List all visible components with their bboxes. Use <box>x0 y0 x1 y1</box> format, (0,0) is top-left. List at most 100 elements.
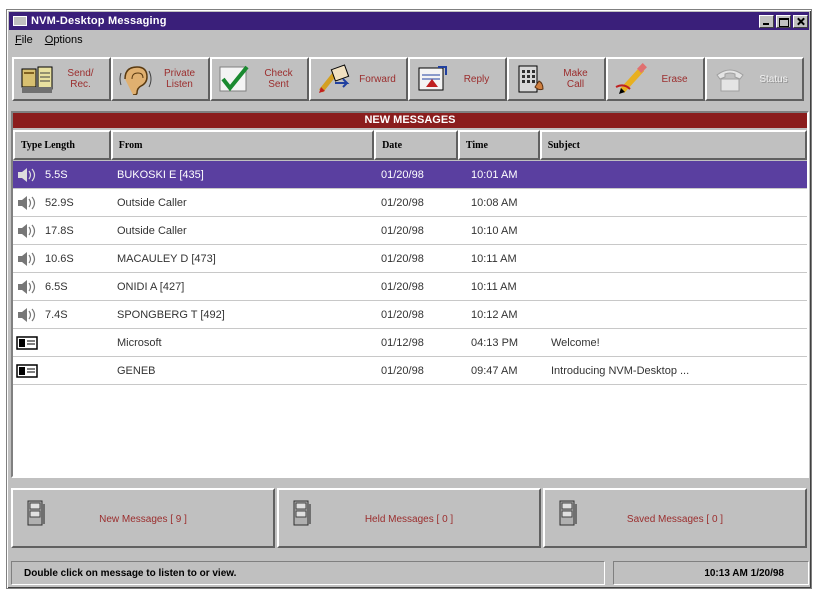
speaker-icon <box>18 251 36 266</box>
speaker-icon <box>18 167 36 182</box>
message-type <box>13 251 39 267</box>
speaker-icon <box>18 307 36 322</box>
window-title: NVM-Desktop Messaging <box>31 15 167 27</box>
erase-button[interactable]: Erase <box>606 57 705 101</box>
phone-keypad-icon <box>513 60 551 98</box>
message-row[interactable]: 5.5S BUKOSKI E [435] 01/20/98 10:01 AM <box>13 161 807 189</box>
message-date: 01/12/98 <box>381 336 424 349</box>
folder-label: New Messages [ 9 ] <box>99 513 187 525</box>
menu-bar: File Options <box>9 31 809 49</box>
folder-label: Saved Messages [ 0 ] <box>626 513 724 525</box>
maximize-button[interactable] <box>776 14 791 28</box>
erase-label: Erase <box>661 73 688 85</box>
app-icon <box>13 16 27 26</box>
message-row[interactable]: 10.6S MACAULEY D [473] 01/20/98 10:11 AM <box>13 245 807 273</box>
message-subject: Introducing NVM-Desktop ... <box>551 364 690 377</box>
private-listen-button[interactable]: Private Listen <box>111 57 210 101</box>
text-message-icon <box>16 335 38 350</box>
message-type <box>13 223 39 239</box>
title-bar[interactable]: NVM-Desktop Messaging <box>9 12 809 30</box>
message-type <box>13 335 39 351</box>
message-row[interactable]: 52.9S Outside Caller 01/20/98 10:08 AM <box>13 189 807 217</box>
message-date: 01/20/98 <box>381 168 424 181</box>
message-row[interactable]: GENEB 01/20/98 09:47 AM Introducing NVM-Des… <box>13 357 807 385</box>
forward-button[interactable]: Forward <box>309 57 408 101</box>
column-header-from[interactable]: From <box>110 130 375 160</box>
message-length: 6.5S <box>45 280 68 293</box>
message-type <box>13 195 39 211</box>
make-call-label: Make Call <box>563 68 588 90</box>
message-from: Outside Caller <box>117 224 187 237</box>
column-header-time[interactable]: Time <box>457 130 540 160</box>
telephone-icon <box>711 60 749 98</box>
toolbar: Send/ Rec. Private Listen Check Sent Forwar… <box>12 57 808 109</box>
message-type <box>13 307 39 323</box>
folder-saved-messages[interactable]: Saved Messages [ 0 ] <box>543 488 807 548</box>
message-time: 10:08 AM <box>471 196 518 209</box>
checkmark-icon <box>216 60 254 98</box>
message-length: 52.9S <box>45 196 74 209</box>
message-type <box>13 279 39 295</box>
message-time: 10:11 AM <box>471 280 517 293</box>
menu-file[interactable]: File <box>9 34 39 46</box>
message-date: 01/20/98 <box>381 280 424 293</box>
folder-held-messages[interactable]: Held Messages [ 0 ] <box>277 488 541 548</box>
message-subject: Welcome! <box>551 336 600 349</box>
status-label: Status <box>759 73 788 85</box>
message-time: 04:13 PM <box>471 336 519 349</box>
menu-options[interactable]: Options <box>39 34 89 46</box>
minimize-button[interactable] <box>759 14 774 28</box>
column-headers: Type Length From Date Time Subject <box>13 128 807 161</box>
message-length: 10.6S <box>45 252 74 265</box>
send-receive-icon <box>18 60 56 98</box>
send-rec-label: Send/ Rec. <box>67 68 94 90</box>
message-date: 01/20/98 <box>381 252 424 265</box>
check-sent-button[interactable]: Check Sent <box>210 57 309 101</box>
close-button[interactable] <box>793 14 808 28</box>
message-list: NEW MESSAGES Type Length From Date Time … <box>11 111 809 478</box>
message-time: 10:10 AM <box>471 224 518 237</box>
message-from: MACAULEY D [473] <box>117 252 216 265</box>
reply-icon <box>414 60 452 98</box>
ear-icon <box>117 60 155 98</box>
folder-label: Held Messages [ 0 ] <box>364 513 454 525</box>
speaker-icon <box>18 195 36 210</box>
eraser-icon <box>612 60 650 98</box>
send-rec-button[interactable]: Send/ Rec. <box>12 57 111 101</box>
status-bar: Double click on message to listen to or … <box>11 561 809 585</box>
reply-button[interactable]: Reply <box>408 57 507 101</box>
message-row[interactable]: Microsoft 01/12/98 04:13 PM Welcome! <box>13 329 807 357</box>
column-header-type-length[interactable]: Type Length <box>13 130 111 160</box>
forward-icon <box>315 60 353 98</box>
message-type <box>13 167 39 183</box>
message-time: 10:01 AM <box>471 168 518 181</box>
column-header-date[interactable]: Date <box>374 130 458 160</box>
message-date: 01/20/98 <box>381 364 424 377</box>
message-from: ONIDI A [427] <box>117 280 185 293</box>
message-time: 10:11 AM <box>471 252 517 265</box>
message-from: SPONGBERG T [492] <box>117 308 225 321</box>
column-header-subject[interactable]: Subject <box>539 130 807 160</box>
message-time: 10:12 AM <box>471 308 518 321</box>
message-date: 01/20/98 <box>381 308 424 321</box>
speaker-icon <box>18 223 36 238</box>
cabinet-icon <box>291 498 313 531</box>
reply-label: Reply <box>463 73 490 85</box>
folder-new-messages[interactable]: New Messages [ 9 ] <box>11 488 275 548</box>
check-sent-label: Check Sent <box>264 68 293 90</box>
status-button[interactable]: Status <box>705 57 804 101</box>
cabinet-icon <box>557 498 579 531</box>
message-type <box>13 363 39 379</box>
status-message: Double click on message to listen to or … <box>11 561 605 585</box>
message-row[interactable]: 6.5S ONIDI A [427] 01/20/98 10:11 AM <box>13 273 807 301</box>
text-message-icon <box>16 363 38 378</box>
message-date: 01/20/98 <box>381 224 424 237</box>
speaker-icon <box>18 279 36 294</box>
make-call-button[interactable]: Make Call <box>507 57 606 101</box>
message-from: GENEB <box>117 364 156 377</box>
message-date: 01/20/98 <box>381 196 424 209</box>
message-row[interactable]: 7.4S SPONGBERG T [492] 01/20/98 10:12 AM <box>13 301 807 329</box>
message-row[interactable]: 17.8S Outside Caller 01/20/98 10:10 AM <box>13 217 807 245</box>
message-time: 09:47 AM <box>471 364 518 377</box>
message-rows: 5.5S BUKOSKI E [435] 01/20/98 10:01 AM 52.9S… <box>13 161 807 385</box>
